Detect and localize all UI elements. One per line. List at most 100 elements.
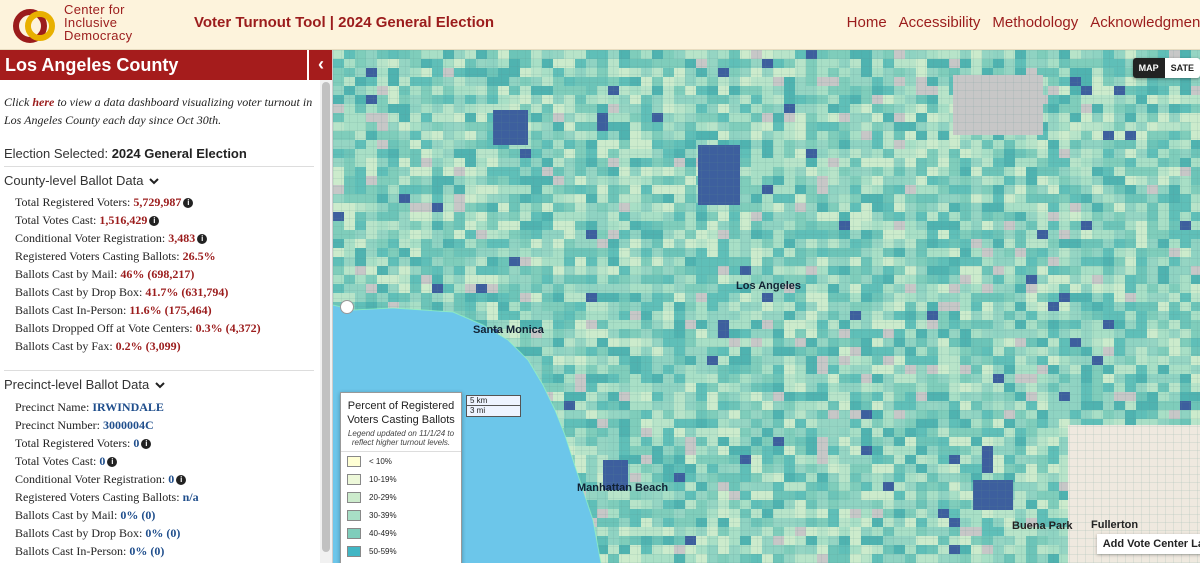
data-row: Ballots Cast by Drop Box: 0% (0): [15, 524, 199, 542]
precinct-section-heading: Precinct-level Ballot Data: [4, 377, 150, 392]
intro-prefix: Click: [4, 95, 33, 109]
precinct-section-toggle[interactable]: Precinct-level Ballot Data: [4, 377, 165, 392]
add-vote-center-layer-button[interactable]: Add Vote Center La: [1096, 534, 1200, 554]
data-row-label: Ballots Cast by Fax:: [15, 339, 116, 353]
data-row: Registered Voters Casting Ballots: n/a: [15, 488, 199, 506]
data-row-label: Ballots Cast In-Person:: [15, 303, 130, 317]
data-row-value: 0% (0): [129, 544, 165, 558]
data-row-label: Conditional Voter Registration:: [15, 231, 169, 245]
info-icon[interactable]: i: [183, 198, 194, 209]
data-row-value: 1,516,429: [99, 213, 148, 227]
logo-line-3: Democracy: [64, 28, 133, 43]
dashboard-link[interactable]: here: [32, 95, 54, 109]
map-type-map-button[interactable]: MAP: [1132, 58, 1165, 78]
map-type-satellite-button[interactable]: SATE: [1164, 58, 1200, 78]
app-title: Voter Turnout Tool | 2024 General Electi…: [194, 14, 495, 31]
data-row-label: Ballots Cast by Mail:: [15, 508, 121, 522]
precinct-data-list: Precinct Name: IRWINDALE Precinct Number:…: [15, 398, 199, 560]
data-row: Ballots Cast In-Person: 11.6% (175,464): [15, 301, 261, 319]
scrollbar-thumb[interactable]: [322, 82, 330, 552]
map-type-toggle[interactable]: MAP SATE: [1132, 58, 1200, 78]
sidebar-panel: Los Angeles County ‹ Click here to view …: [0, 50, 333, 563]
data-row: Registered Voters Casting Ballots: 26.5%: [15, 247, 261, 265]
data-row-label: Ballots Cast by Drop Box:: [15, 526, 146, 540]
data-row: Total Votes Cast: 1,516,429 i: [15, 211, 261, 229]
election-value: 2024 General Election: [111, 146, 247, 161]
county-data-list: Total Registered Voters: 5,729,987 i Total…: [15, 193, 261, 355]
county-section-toggle[interactable]: County-level Ballot Data: [4, 173, 159, 188]
legend-label: 20-29%: [369, 492, 397, 502]
legend-item: 20-29%: [341, 488, 461, 506]
data-row-value: 0: [99, 454, 106, 468]
turnout-map[interactable]: Santa Monica Los Angeles Manhattan Beach…: [333, 50, 1200, 563]
legend-swatch: [347, 545, 361, 557]
intro-text: Click here to view a data dashboard visu…: [4, 93, 320, 129]
chevron-down-icon: [149, 178, 159, 185]
sidebar-scrollbar[interactable]: [320, 80, 332, 563]
scale-km: 5 km: [466, 395, 521, 406]
legend-item: < 10%: [341, 452, 461, 470]
legend-swatch: [347, 455, 361, 467]
county-title: Los Angeles County: [5, 55, 179, 75]
info-icon[interactable]: i: [149, 216, 160, 227]
legend-label: < 10%: [369, 456, 392, 466]
place-label: Manhattan Beach: [577, 482, 669, 494]
data-row-value: 5,729,987: [133, 195, 182, 209]
county-section-heading: County-level Ballot Data: [4, 173, 144, 188]
legend-swatch: [347, 509, 361, 521]
data-row-value: 0: [168, 472, 175, 486]
data-row-label: Total Votes Cast:: [15, 213, 100, 227]
collapse-sidebar-button[interactable]: ‹: [307, 50, 332, 80]
chevron-down-icon: [155, 382, 165, 389]
data-row: Ballots Cast In-Person: 0% (0): [15, 542, 199, 560]
map-canvas[interactable]: [333, 50, 1200, 563]
logo-text[interactable]: Center for Inclusive Democracy: [64, 3, 132, 42]
info-icon[interactable]: i: [107, 457, 118, 468]
data-row: Ballots Cast by Fax: 0.2% (3,099): [15, 337, 261, 355]
info-icon[interactable]: i: [176, 475, 187, 486]
data-row-value: 0.2% (3,099): [115, 339, 181, 353]
data-row: Ballots Cast by Mail: 46% (698,217): [15, 265, 261, 283]
info-icon[interactable]: i: [197, 234, 208, 245]
legend-title: Percent of Registered Voters Casting Bal…: [347, 400, 455, 426]
nav-acknowledgments[interactable]: Acknowledgments: [1090, 14, 1200, 31]
data-row-label: Ballots Cast by Drop Box:: [15, 285, 146, 299]
data-row-label: Registered Voters Casting Ballots:: [15, 490, 183, 504]
place-label: Fullerton: [1091, 519, 1139, 531]
data-row: Total Registered Voters: 0i: [15, 434, 199, 452]
legend-item: 40-49%: [341, 524, 461, 542]
place-label: Buena Park: [1012, 520, 1073, 532]
cid-logo-icon[interactable]: [10, 6, 58, 46]
election-label: Election Selected:: [4, 146, 112, 161]
data-row-value: 0: [133, 436, 140, 450]
data-row-label: Total Votes Cast:: [15, 454, 100, 468]
nav-accessibility[interactable]: Accessibility: [899, 14, 981, 31]
nav-home[interactable]: Home: [847, 14, 887, 31]
data-row-label: Total Registered Voters:: [15, 195, 134, 209]
data-row-value: 0% (0): [145, 526, 181, 540]
data-row-label: Precinct Name:: [15, 400, 93, 414]
data-row: Conditional Voter Registration: 3,483 i: [15, 229, 261, 247]
data-row-value: 0.3% (4,372): [195, 321, 261, 335]
data-row: Total Registered Voters: 5,729,987 i: [15, 193, 261, 211]
legend-swatch: [347, 527, 361, 539]
scale-mi: 3 mi: [466, 406, 521, 417]
divider: [4, 166, 314, 167]
map-scale: 5 km 3 mi: [466, 395, 521, 417]
nav-methodology[interactable]: Methodology: [992, 14, 1078, 31]
data-row-value: 3,483: [168, 231, 196, 245]
place-label: Los Angeles: [736, 280, 801, 292]
data-row-value: IRWINDALE: [92, 400, 164, 414]
data-row-value: 26.5%: [182, 249, 216, 263]
data-row: Precinct Number: 3000004C: [15, 416, 199, 434]
legend-label: 10-19%: [369, 474, 397, 484]
legend-note: Legend updated on 11/1/24 to reflect hig…: [341, 429, 461, 452]
legend-swatch: [347, 473, 361, 485]
map-legend: Percent of Registered Voters Casting Bal…: [340, 392, 462, 563]
compass-icon[interactable]: [340, 300, 354, 314]
info-icon[interactable]: i: [141, 439, 152, 450]
legend-label: 30-39%: [369, 510, 397, 520]
data-row-label: Registered Voters Casting Ballots:: [15, 249, 183, 263]
data-row-label: Ballots Cast by Mail:: [15, 267, 121, 281]
data-row-label: Total Registered Voters:: [15, 436, 134, 450]
